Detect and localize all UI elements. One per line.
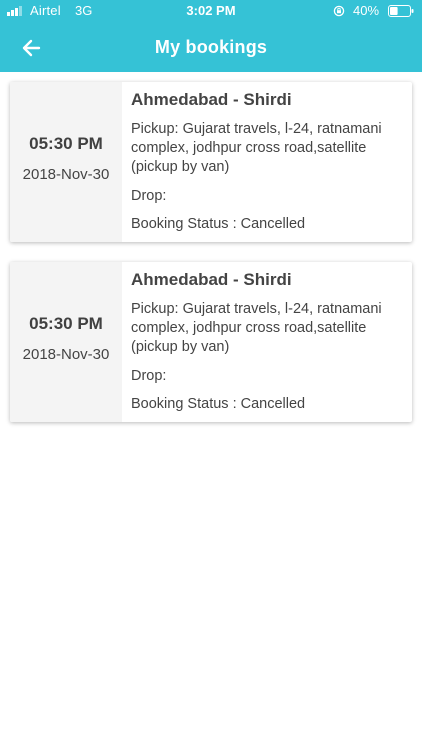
rotation-lock-icon [333,5,345,17]
booking-details: Ahmedabad - Shirdi Pickup: Gujarat trave… [131,90,403,234]
booking-drop: Drop: [131,368,167,384]
booking-card[interactable]: 05:30 PM 2018-Nov-30 Ahmedabad - Shirdi … [10,262,412,422]
app-header: Airtel 3G 3:02 PM 40% My bookings [0,0,422,72]
booking-details: Ahmedabad - Shirdi Pickup: Gujarat trave… [131,270,403,414]
booking-route: Ahmedabad - Shirdi [131,270,292,289]
booking-route: Ahmedabad - Shirdi [131,90,292,109]
booking-status: Booking Status : Cancelled [131,216,306,232]
booking-datetime-panel: 05:30 PM 2018-Nov-30 [10,82,122,242]
booking-date: 2018-Nov-30 [22,166,110,183]
booking-card[interactable]: 05:30 PM 2018-Nov-30 Ahmedabad - Shirdi … [10,82,412,242]
battery-icon [388,5,414,17]
booking-status: Booking Status : Cancelled [131,396,306,412]
battery-percentage: 40% [353,3,380,18]
booking-date: 2018-Nov-30 [22,346,110,363]
page-title: My bookings [154,37,268,57]
booking-time: 05:30 PM [29,314,103,333]
bookings-list: 05:30 PM 2018-Nov-30 Ahmedabad - Shirdi … [10,82,412,442]
booking-time: 05:30 PM [29,134,103,153]
booking-pickup: Pickup: Gujarat travels, l-24, ratnamani… [131,121,382,175]
booking-pickup: Pickup: Gujarat travels, l-24, ratnamani… [131,301,382,355]
status-bar: Airtel 3G 3:02 PM 40% [0,0,422,22]
booking-datetime-panel: 05:30 PM 2018-Nov-30 [10,262,122,422]
booking-drop: Drop: [131,188,167,204]
